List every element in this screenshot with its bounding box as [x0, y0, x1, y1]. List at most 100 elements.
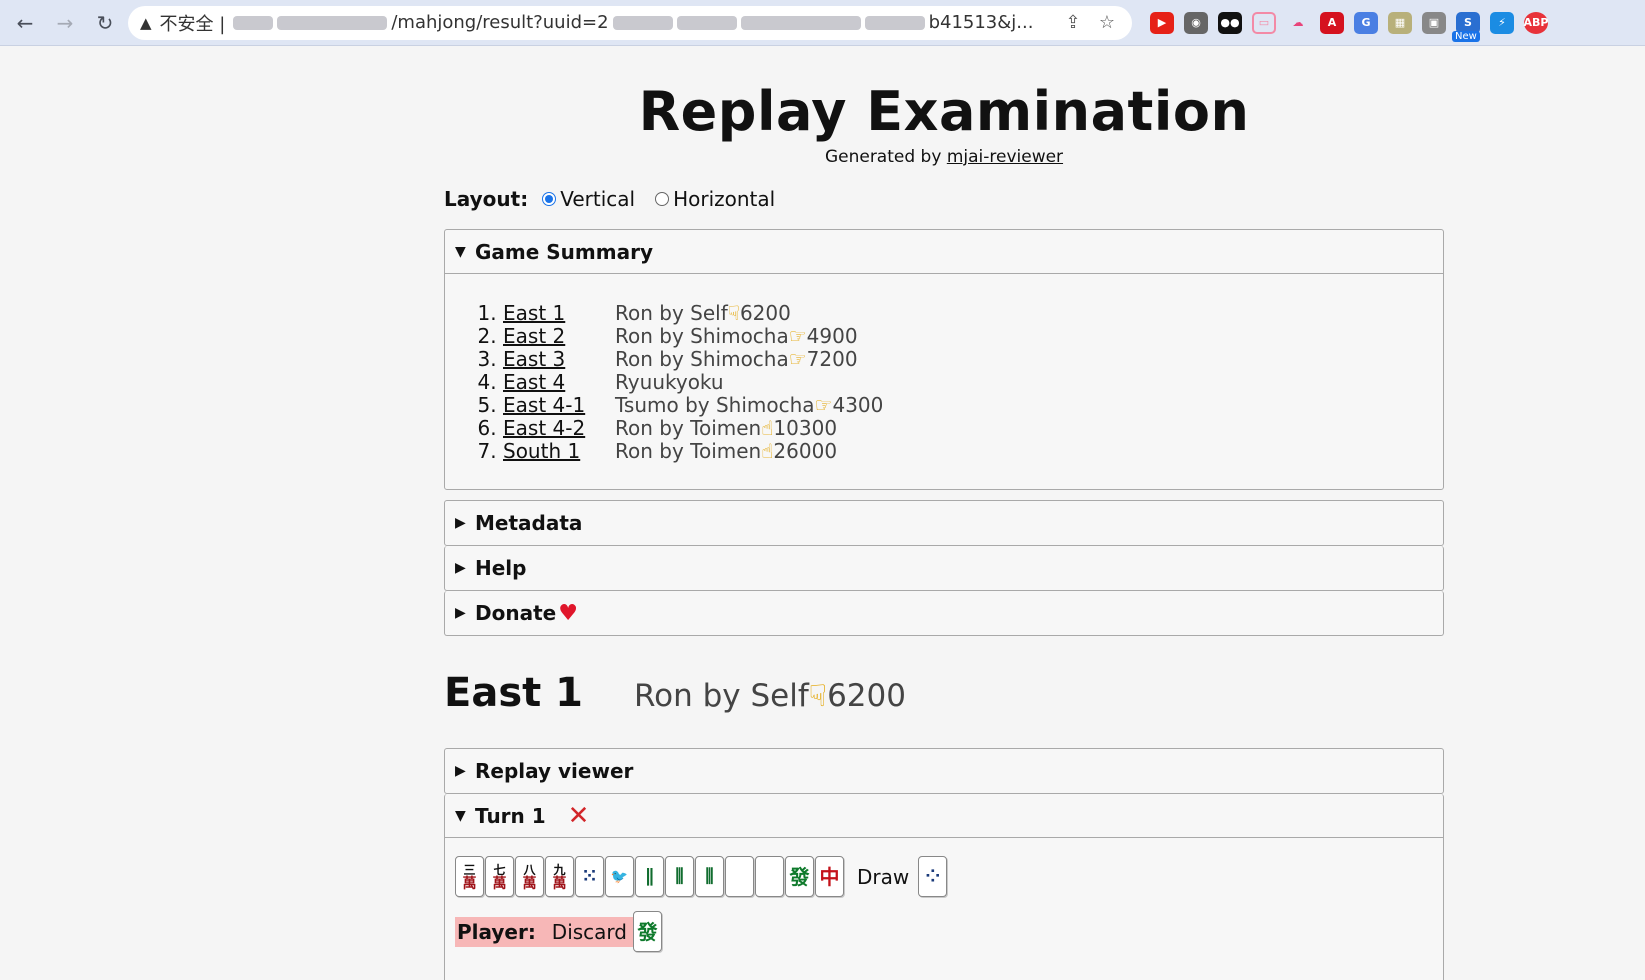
round-list-item: East 1 Ron by Self☟6200: [503, 302, 1443, 325]
tile-glyph: ⁙: [581, 865, 598, 887]
draw-tile: ⁘: [918, 856, 948, 897]
metadata-toggle[interactable]: ▶ Metadata: [445, 501, 1443, 545]
triangle-down-icon: ▼: [455, 243, 466, 260]
turn-title: Turn 1: [475, 803, 546, 828]
film-icon[interactable]: ◉: [1184, 11, 1208, 34]
turn-panel: ▼ Turn 1 ✕ 三萬七萬八萬九萬 ⁙ 🐦 ∥ ⫼ ⫼ 發中 Draw ⁘ Player: …: [444, 794, 1444, 980]
round-list-item: East 3 Ron by Shimocha☞7200: [503, 348, 1443, 371]
url-path: /mahjong/result?uuid=2: [391, 12, 609, 33]
turn-toggle[interactable]: ▼ Turn 1 ✕: [445, 794, 1443, 838]
panel-title: Metadata: [475, 511, 583, 535]
layout-option-label: Vertical: [560, 187, 636, 211]
new-badge: New: [1452, 30, 1480, 42]
pointing-hand-icon: ☟: [808, 679, 828, 714]
round-link[interactable]: East 2: [503, 324, 565, 348]
round-link[interactable]: East 4-1: [503, 393, 585, 417]
tile-glyph: 🐦: [610, 868, 629, 885]
round-result: Tsumo by Shimocha: [615, 393, 815, 417]
redacted-block: [277, 15, 388, 30]
round-points: 6200: [827, 678, 906, 714]
draw-label: Draw: [857, 864, 910, 889]
metadata-panel: ▶ Metadata: [444, 500, 1444, 546]
triangle-right-icon: ▶: [455, 560, 466, 576]
heart-icon: ♥: [558, 600, 578, 626]
round-link[interactable]: East 1: [503, 301, 565, 325]
round-points: 4900: [806, 324, 858, 348]
back-arrow-icon[interactable]: ←: [8, 6, 42, 40]
hand-tile: 三萬: [455, 856, 484, 897]
tile-glyph: 萬: [552, 875, 567, 892]
dots-icon[interactable]: ●●: [1218, 11, 1242, 34]
radio-empty-icon[interactable]: [655, 192, 670, 206]
new-extension-icon[interactable]: S New: [1452, 11, 1480, 42]
round-title: East 1: [444, 670, 584, 716]
triangle-right-icon: ▶: [455, 605, 466, 621]
round-link[interactable]: South 1: [503, 439, 580, 463]
hand-tile: 🐦: [605, 856, 634, 897]
address-bar[interactable]: ▲ 不安全 | /mahjong/result?uuid=2 b41513&j.…: [128, 5, 1132, 40]
round-list-item: South 1 Ron by Toimen☝26000: [503, 440, 1443, 463]
redacted-block: [740, 15, 861, 30]
youtube-icon[interactable]: ▶: [1150, 11, 1174, 34]
tile-glyph: ⫼: [705, 865, 714, 887]
tile-glyph: ⫼: [675, 865, 684, 887]
hand-tile: 八萬: [515, 856, 544, 897]
reload-icon[interactable]: ↻: [88, 6, 122, 40]
url-tail: b41513&j...: [928, 12, 1034, 33]
screen-icon[interactable]: ▣: [1422, 11, 1446, 34]
translate-icon[interactable]: G: [1354, 11, 1378, 34]
round-points: 26000: [773, 439, 838, 463]
round-points: 10300: [773, 416, 838, 440]
panel-title: Game Summary: [475, 239, 653, 264]
round-points: 7200: [806, 347, 858, 371]
layout-vertical-radio[interactable]: Vertical: [542, 187, 635, 211]
pointing-hand-icon: ☞: [814, 393, 833, 417]
turn-body: 三萬七萬八萬九萬 ⁙ 🐦 ∥ ⫼ ⫼ 發中 Draw ⁘ Player: Discard 發: [445, 838, 1443, 952]
round-link[interactable]: East 4: [503, 370, 565, 394]
pdf-icon[interactable]: A: [1320, 11, 1344, 34]
panel-title: Donate: [475, 601, 557, 625]
tile-glyph: 中: [819, 864, 840, 889]
star-icon[interactable]: ☆: [1094, 12, 1120, 33]
donate-panel: ▶ Donate ♥: [444, 591, 1444, 636]
forward-arrow-icon[interactable]: →: [48, 6, 82, 40]
redacted-block: [233, 15, 274, 30]
help-toggle[interactable]: ▶ Help: [445, 546, 1443, 590]
replay-viewer-toggle[interactable]: ▶ Replay viewer: [445, 749, 1443, 793]
insecure-label: 不安全 |: [159, 13, 226, 35]
abp-icon[interactable]: ABP: [1524, 11, 1548, 34]
tile-glyph: 萬: [522, 875, 537, 892]
bilibili-icon[interactable]: ▭: [1252, 11, 1276, 34]
round-list-item: East 2 Ron by Shimocha☞4900: [503, 325, 1443, 348]
layout-horizontal-radio[interactable]: Horizontal: [655, 187, 775, 211]
triangle-down-icon: ▼: [455, 807, 466, 824]
radio-selected-icon[interactable]: [542, 192, 557, 206]
hand-tile: 中: [815, 856, 844, 897]
mjai-reviewer-link[interactable]: mjai-reviewer: [947, 147, 1063, 167]
bolt-icon[interactable]: ⚡: [1490, 11, 1514, 34]
round-points: 4300: [832, 393, 884, 417]
triangle-right-icon: ▶: [455, 515, 466, 531]
page-content: Replay Examination Generated by mjai-rev…: [0, 46, 1645, 980]
tile-glyph: 發: [789, 864, 810, 889]
extensions-bar: ▶ ◉ ●● ▭ ☁ A G ▦ ▣ S New ⚡ ABP: [1150, 11, 1548, 42]
tile-glyph: 發: [637, 919, 658, 944]
tile-top-glyph: 七: [493, 862, 506, 877]
image-icon[interactable]: ▦: [1388, 11, 1412, 34]
game-summary-toggle[interactable]: ▼ Game Summary: [445, 230, 1443, 274]
pointing-hand-icon: ☝: [761, 416, 774, 440]
triangle-right-icon: ▶: [455, 763, 466, 779]
pointing-hand-icon: ☞: [788, 347, 807, 371]
donate-toggle[interactable]: ▶ Donate ♥: [445, 591, 1443, 635]
round-link[interactable]: East 4-2: [503, 416, 585, 440]
round-result-text: Ron by Self: [634, 678, 809, 714]
hand-tile: 九萬: [545, 856, 574, 897]
hand-tile: ⫼: [665, 856, 694, 897]
round-link[interactable]: East 3: [503, 347, 565, 371]
browser-toolbar: ← → ↻ ▲ 不安全 | /mahjong/result?uuid=2 b41…: [0, 0, 1645, 46]
player-action-row: Player: Discard 發: [455, 911, 1443, 952]
round-result: Ron by Toimen: [615, 439, 762, 463]
share-icon[interactable]: ⇪: [1060, 12, 1086, 33]
game-summary-panel: ▼ Game Summary East 1Ron by Self☟6200Eas…: [444, 229, 1444, 490]
cloud-icon[interactable]: ☁: [1286, 12, 1310, 34]
